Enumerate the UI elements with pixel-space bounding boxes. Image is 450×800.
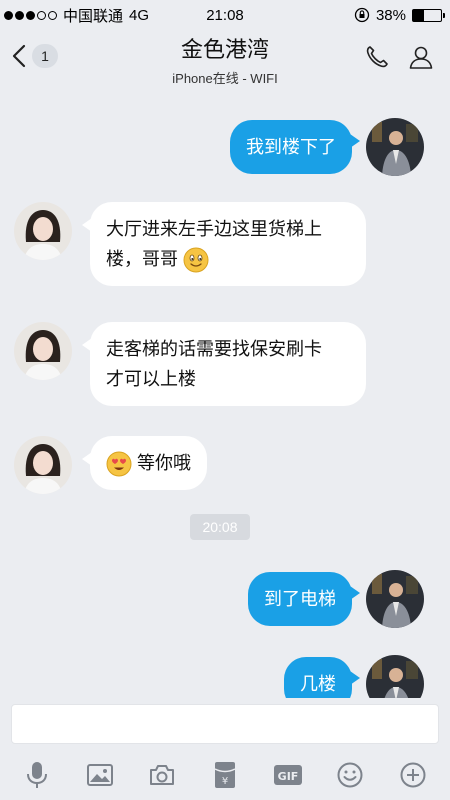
message-bubble[interactable]: 等你哦: [81, 436, 208, 490]
svg-text:GIF: GIF: [277, 770, 298, 783]
message-incoming: 走客梯的话需要找保安刷卡 才可以上楼: [14, 322, 366, 406]
contact-avatar[interactable]: [14, 202, 72, 260]
message-bubble[interactable]: 几楼: [284, 657, 360, 698]
message-bubble[interactable]: 我到楼下了: [230, 120, 360, 174]
contact-avatar[interactable]: [14, 436, 72, 494]
composer-toolbar: ¥ GIF: [0, 750, 450, 800]
message-text: 等你哦: [137, 453, 192, 473]
message-bubble[interactable]: 大厅进来左手边这里货梯上 楼，哥哥: [82, 202, 366, 286]
red-packet-icon[interactable]: ¥: [210, 760, 240, 790]
battery-icon: [412, 8, 445, 22]
message-text: 走客梯的话需要找保安刷卡: [106, 339, 322, 359]
message-outgoing: 到了电梯: [248, 570, 424, 628]
message-incoming: 大厅进来左手边这里货梯上 楼，哥哥: [14, 202, 366, 286]
contact-avatar[interactable]: [14, 322, 72, 380]
my-avatar[interactable]: [366, 655, 424, 698]
message-text: 大厅进来左手边这里货梯上: [106, 219, 322, 239]
camera-icon[interactable]: [147, 760, 177, 790]
message-bubble[interactable]: 走客梯的话需要找保安刷卡 才可以上楼: [82, 322, 366, 406]
my-avatar[interactable]: [366, 118, 424, 176]
message-outgoing: 几楼: [284, 655, 424, 698]
orientation-lock-icon: [354, 7, 370, 23]
status-bar: 中国联通 4G 21:08 38%: [0, 0, 450, 30]
my-avatar[interactable]: [366, 570, 424, 628]
gif-icon[interactable]: GIF: [273, 760, 303, 790]
message-outgoing: 我到楼下了: [230, 118, 424, 176]
mic-icon[interactable]: [22, 760, 52, 790]
chat-header: 1 金色港湾 iPhone在线 - WIFI: [0, 30, 450, 90]
emoji-icon[interactable]: [335, 760, 365, 790]
online-status: iPhone在线 - WIFI: [172, 71, 278, 86]
phone-icon[interactable]: [364, 44, 390, 70]
image-icon[interactable]: [85, 760, 115, 790]
message-text: 楼，哥哥: [106, 249, 178, 269]
plus-icon[interactable]: [398, 760, 428, 790]
time-divider: 20:08: [190, 514, 250, 540]
message-text: 我到楼下了: [246, 137, 336, 157]
message-bubble[interactable]: 到了电梯: [248, 572, 360, 626]
composer: [0, 698, 450, 750]
message-text: 到了电梯: [264, 589, 336, 609]
message-text: 几楼: [300, 674, 336, 694]
message-input[interactable]: [11, 704, 439, 744]
battery-percent: 38%: [375, 6, 406, 24]
heart-eyes-emoji-icon: [106, 451, 132, 477]
profile-icon[interactable]: [408, 44, 434, 70]
svg-text:¥: ¥: [222, 776, 228, 787]
message-list[interactable]: 我到楼下了 大厅进来左手边这里货梯上 楼，哥哥 走客梯的话需要找保安刷卡 才可以…: [0, 90, 450, 698]
message-incoming: 等你哦: [14, 436, 208, 494]
smile-emoji-icon: [183, 247, 209, 273]
message-text: 才可以上楼: [106, 369, 196, 389]
